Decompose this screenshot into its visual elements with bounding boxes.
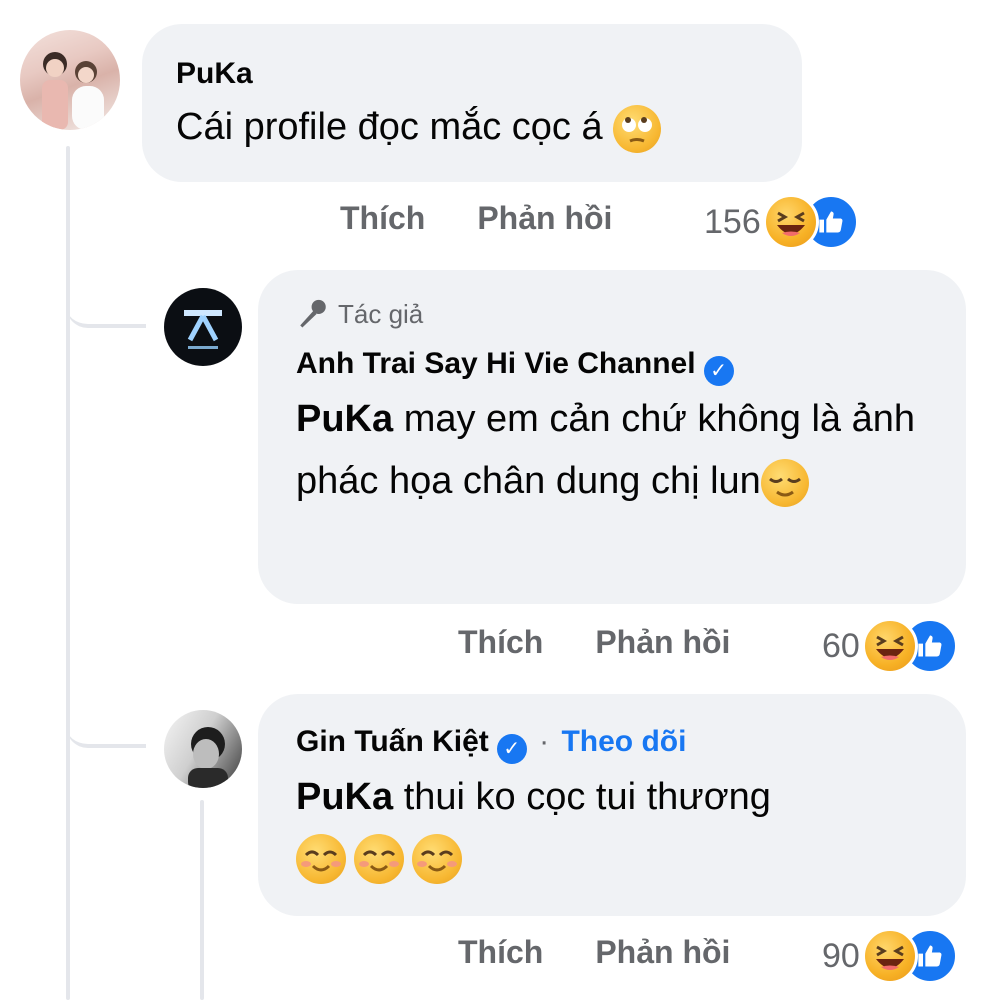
avatar[interactable] (20, 30, 120, 130)
comment-bubble: Gin Tuấn Kiệt ✓ · Theo dõi PuKa thui ko c… (258, 694, 966, 916)
thread-line-reply (200, 800, 204, 1000)
reaction-count: 156 (704, 202, 761, 241)
reply-button[interactable]: Phản hồi (477, 200, 612, 237)
relieved-face-emoji (760, 458, 809, 507)
comment-actions: Thích Phản hồi (458, 624, 730, 661)
reaction-summary[interactable]: 90 (822, 928, 958, 984)
reaction-summary[interactable]: 60 (822, 618, 958, 674)
reply-button[interactable]: Phản hồi (595, 934, 730, 971)
separator-dot: · (539, 725, 550, 758)
haha-reaction-icon (861, 618, 918, 674)
comment-bubble: PuKa Cái profile đọc mắc cọc á (142, 24, 802, 182)
like-button[interactable]: Thích (458, 624, 543, 661)
smiling-blush-emoji (296, 834, 346, 884)
verified-badge-icon: ✓ (496, 734, 527, 764)
comment-text: PuKa thui ko cọc tui thương (296, 766, 928, 828)
comment-bubble: Tác giả Anh Trai Say Hi Vie Channel ✓ PuK… (258, 270, 966, 604)
mention-link[interactable]: PuKa (296, 398, 393, 440)
author-badge-label: Tác giả (338, 298, 424, 329)
thread-connector (66, 280, 146, 328)
smiling-blush-emoji (354, 834, 404, 884)
follow-link[interactable]: Theo dõi (561, 725, 686, 758)
comment-actions: Thích Phản hồi (340, 200, 612, 237)
comment-text-body: thui ko cọc tui thương (403, 776, 771, 818)
emoji-row (296, 828, 928, 890)
thread-connector (66, 700, 146, 748)
comment-text-body: Cái profile đọc mắc cọc á (176, 106, 603, 148)
comment-author: Anh Trai Say Hi Vie Channel ✓ (296, 346, 928, 386)
smiling-blush-emoji (412, 834, 462, 884)
like-button[interactable]: Thích (458, 934, 543, 971)
comment-text: PuKa may em cản chứ không là ảnh phác họ… (296, 388, 916, 512)
comment-author-name[interactable]: Gin Tuấn Kiệt (296, 725, 489, 758)
reaction-count: 60 (822, 626, 860, 665)
rolling-eyes-emoji (613, 104, 662, 153)
comment-author[interactable]: PuKa (176, 56, 768, 92)
like-button[interactable]: Thích (340, 200, 425, 237)
comment-author-name[interactable]: Anh Trai Say Hi Vie Channel (296, 347, 696, 380)
reaction-count: 90 (822, 936, 860, 975)
channel-logo (184, 310, 222, 349)
microphone-icon (300, 299, 326, 328)
comment-actions: Thích Phản hồi (458, 934, 730, 971)
haha-reaction-icon (861, 928, 918, 984)
reply-button[interactable]: Phản hồi (595, 624, 730, 661)
comment-text: Cái profile đọc mắc cọc á (176, 96, 768, 158)
reaction-summary[interactable]: 156 (704, 194, 859, 250)
comment-header: Gin Tuấn Kiệt ✓ · Theo dõi (296, 724, 928, 764)
thread-line-main (66, 146, 70, 1000)
author-badge: Tác giả (296, 296, 928, 332)
avatar[interactable] (164, 288, 242, 366)
avatar[interactable] (164, 710, 242, 788)
avatar-photo (188, 727, 228, 788)
verified-badge-icon: ✓ (703, 356, 734, 386)
haha-reaction-icon (762, 194, 819, 250)
mention-link[interactable]: PuKa (296, 776, 393, 818)
avatar-photo (42, 52, 104, 130)
